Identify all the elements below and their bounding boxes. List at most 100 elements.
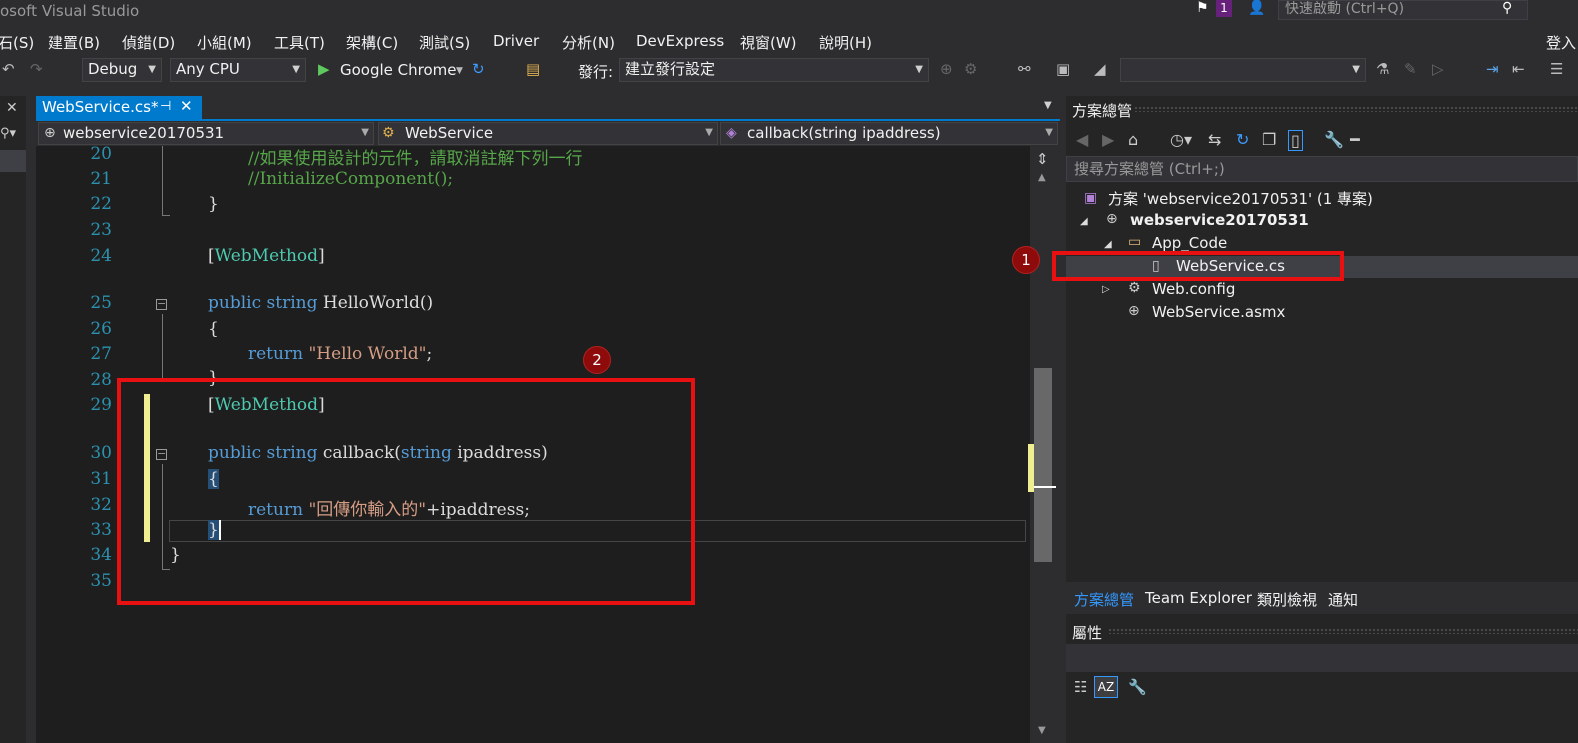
scroll-down-icon[interactable]: ▼ xyxy=(1038,725,1046,736)
solution-explorer-title: 方案總管 xyxy=(1072,102,1133,120)
property-pages-wrench-icon[interactable]: 🔧 xyxy=(1128,678,1147,696)
undo-icon[interactable]: ↶ xyxy=(2,60,15,78)
step-icon[interactable]: ▷ xyxy=(1432,60,1444,78)
scroll-up-icon[interactable]: ▲ xyxy=(1038,172,1046,183)
show-all-files-icon[interactable]: ▯ xyxy=(1288,130,1303,151)
menu-item-build[interactable]: 建置(B) xyxy=(48,32,100,53)
search-icon[interactable]: ⚲ xyxy=(1502,0,1522,18)
tree-item-web-config[interactable]: Web.config xyxy=(1152,280,1235,298)
collapse-all-icon[interactable]: ❐ xyxy=(1262,130,1276,149)
line-number: 31 xyxy=(90,469,112,489)
tab-class-view[interactable]: 類別檢視 xyxy=(1257,589,1317,610)
publish-label: 發行: xyxy=(578,63,614,81)
collapse-toggle[interactable]: − xyxy=(156,298,167,310)
menu-item-architecture[interactable]: 架構(C) xyxy=(346,32,398,53)
play-icon[interactable]: ▶ xyxy=(318,60,330,78)
line-number: 22 xyxy=(90,194,112,214)
tab-label[interactable]: WebService.cs* xyxy=(42,98,158,116)
globe-icon: ⊕ xyxy=(1106,211,1118,227)
menu-item-driver[interactable]: Driver xyxy=(493,32,539,50)
connect-icon[interactable]: ⚯ xyxy=(1018,60,1031,78)
line-number: 35 xyxy=(90,571,112,591)
sync-icon[interactable]: ⇆ xyxy=(1208,130,1221,149)
line-number: 20 xyxy=(90,146,112,164)
feedback-flag-icon[interactable]: ⚑ xyxy=(1196,0,1210,16)
home-icon[interactable]: ⌂ xyxy=(1128,130,1138,149)
refresh-icon[interactable]: ↻ xyxy=(472,60,485,78)
expand-arrow-icon[interactable]: ◢ xyxy=(1104,239,1112,250)
close-icon[interactable]: ✕ xyxy=(180,97,193,115)
menu-item-help[interactable]: 說明(H) xyxy=(819,32,872,53)
split-editor-icon[interactable]: ⇕ xyxy=(1036,150,1049,168)
tree-item-solution[interactable]: 方案 'webservice20170531' (1 專案) xyxy=(1108,188,1373,209)
tab-strip-underline xyxy=(36,119,1060,121)
line-number: 33 xyxy=(90,520,112,540)
forward-icon[interactable]: ▶ xyxy=(1102,130,1114,149)
keyword: public xyxy=(208,293,262,313)
line-number: 29 xyxy=(90,395,112,415)
tree-item-app-code[interactable]: App_Code xyxy=(1152,234,1227,252)
properties-wrench-icon[interactable]: 🔧 xyxy=(1324,130,1344,149)
solution-config-select[interactable]: Debug ▼ xyxy=(82,58,162,82)
nav-member-select[interactable]: ◈ callback(string ipaddress) ▼ xyxy=(720,122,1058,145)
publish-profile-select[interactable]: 建立發行設定 ▼ xyxy=(619,58,929,82)
quick-launch-input[interactable]: 快速啟動 (Ctrl+Q) xyxy=(1278,0,1528,20)
collapse-arrow-icon[interactable]: ▷ xyxy=(1102,284,1110,295)
scroll-caret-marker xyxy=(1034,486,1056,488)
flask-icon[interactable]: ⚗ xyxy=(1376,60,1389,78)
menu-item-signin[interactable]: 登入 xyxy=(1546,32,1576,53)
tab-team-explorer[interactable]: Team Explorer xyxy=(1145,589,1252,607)
pin-icon[interactable]: ⊣ xyxy=(160,99,171,114)
scroll-thumb[interactable] xyxy=(1034,368,1052,562)
left-panel-close-icon[interactable]: ✕ xyxy=(6,100,18,116)
web-icon[interactable]: ⊕ xyxy=(940,60,953,78)
left-tool-panel xyxy=(0,96,26,743)
menu-item-window[interactable]: 視窗(W) xyxy=(740,32,797,53)
panel-grip[interactable] xyxy=(1134,106,1578,112)
menu-item-test[interactable]: 測試(S) xyxy=(419,32,470,53)
categorized-icon[interactable]: ☷ xyxy=(1074,678,1087,696)
run-target-label[interactable]: Google Chrome xyxy=(340,61,457,79)
notification-badge[interactable]: 1 xyxy=(1216,0,1232,17)
format-icon[interactable]: ☰ xyxy=(1550,60,1563,78)
refresh-icon[interactable]: ↻ xyxy=(1236,130,1249,149)
menu-item-team[interactable]: 小組(M) xyxy=(197,32,252,53)
code-comment: //InitializeComponent(); xyxy=(248,169,454,189)
platform-select[interactable]: Any CPU ▼ xyxy=(170,58,306,82)
account-icon[interactable]: 👤 xyxy=(1248,0,1266,18)
panel-grip[interactable] xyxy=(1108,628,1578,634)
left-panel-search-icon[interactable]: ⚲▾ xyxy=(0,126,16,141)
redo-icon[interactable]: ↷ xyxy=(30,60,43,78)
tree-item-project[interactable]: webservice20170531 xyxy=(1130,211,1309,229)
tree-item-webservice-asmx[interactable]: WebService.asmx xyxy=(1152,303,1285,321)
menu-item-analyze[interactable]: 分析(N) xyxy=(562,32,615,53)
properties-object-select[interactable] xyxy=(1066,644,1578,672)
history-icon[interactable]: ◷▾ xyxy=(1170,130,1192,149)
comment-icon[interactable]: ▣ xyxy=(1056,60,1070,78)
pencil-icon[interactable]: ✎ xyxy=(1404,60,1417,78)
preview-icon[interactable]: ━ xyxy=(1350,130,1360,149)
menu-item-website[interactable]: 石(S) xyxy=(0,32,34,53)
outdent-icon[interactable]: ⇤ xyxy=(1512,60,1525,78)
toolbar-extra-select[interactable]: ▼ xyxy=(1120,58,1366,82)
code-return-line: return "Hello World"; xyxy=(248,344,432,364)
menu-item-devexpress[interactable]: DevExpress xyxy=(636,32,724,50)
back-icon[interactable]: ◀ xyxy=(1076,130,1088,149)
solution-search-input[interactable]: 搜尋方案總管 (Ctrl+;) xyxy=(1066,156,1578,182)
left-panel-selected-row[interactable] xyxy=(0,150,26,172)
tool-icon[interactable]: ◢ xyxy=(1094,60,1106,78)
expand-arrow-icon[interactable]: ◢ xyxy=(1080,216,1088,227)
settings-gear-icon[interactable]: ⚙ xyxy=(964,60,977,78)
tab-solution-explorer[interactable]: 方案總管 xyxy=(1074,589,1134,610)
tab-notifications[interactable]: 通知 xyxy=(1328,589,1358,610)
code-method-signature: public string HelloWorld() xyxy=(208,293,433,313)
nav-class-select[interactable]: ⚙ WebService ▼ xyxy=(378,122,718,145)
indent-icon[interactable]: ⇥ xyxy=(1486,60,1499,78)
run-dropdown-icon[interactable]: ▼ xyxy=(456,66,463,76)
menu-item-debug[interactable]: 偵錯(D) xyxy=(122,32,175,53)
tab-list-dropdown-icon[interactable]: ▼ xyxy=(1044,100,1052,111)
nav-project-select[interactable]: ⊕ webservice20170531 ▼ xyxy=(38,122,374,145)
publish-icon[interactable]: ▤ xyxy=(526,60,540,78)
menu-item-tools[interactable]: 工具(T) xyxy=(274,32,325,53)
alphabetical-sort-icon[interactable]: AZ xyxy=(1094,676,1118,698)
